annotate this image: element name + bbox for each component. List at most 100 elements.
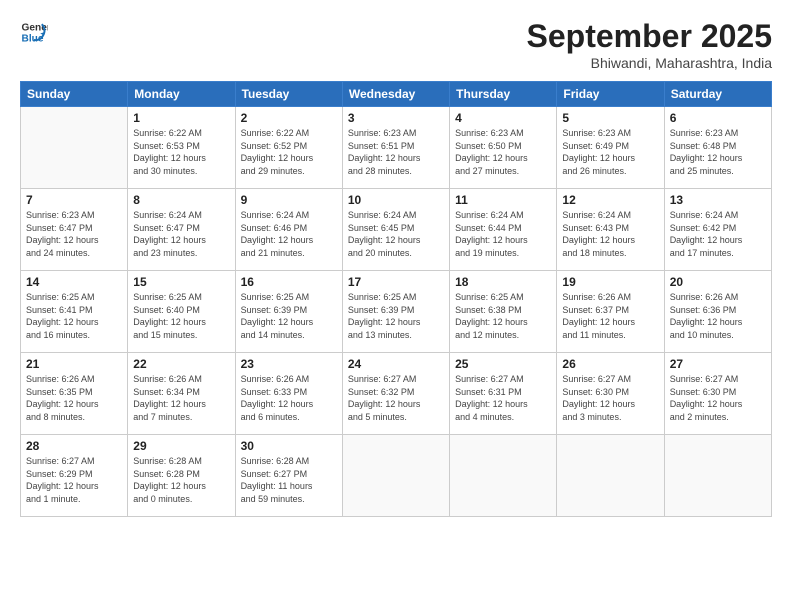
day-number: 20 — [670, 275, 766, 289]
day-info: Sunrise: 6:25 AM Sunset: 6:41 PM Dayligh… — [26, 291, 122, 341]
table-row: 9 Sunrise: 6:24 AM Sunset: 6:46 PM Daylig… — [235, 189, 342, 271]
header-thursday: Thursday — [450, 82, 557, 107]
table-row: 20 Sunrise: 6:26 AM Sunset: 6:36 PM Dayli… — [664, 271, 771, 353]
calendar-table: Sunday Monday Tuesday Wednesday Thursday… — [20, 81, 772, 517]
day-number: 24 — [348, 357, 444, 371]
day-info: Sunrise: 6:22 AM Sunset: 6:53 PM Dayligh… — [133, 127, 229, 177]
location: Bhiwandi, Maharashtra, India — [527, 55, 772, 71]
table-row: 30 Sunrise: 6:28 AM Sunset: 6:27 PM Dayli… — [235, 435, 342, 517]
day-info: Sunrise: 6:28 AM Sunset: 6:27 PM Dayligh… — [241, 455, 337, 505]
table-row — [664, 435, 771, 517]
day-info: Sunrise: 6:23 AM Sunset: 6:47 PM Dayligh… — [26, 209, 122, 259]
table-row: 7 Sunrise: 6:23 AM Sunset: 6:47 PM Daylig… — [21, 189, 128, 271]
day-info: Sunrise: 6:27 AM Sunset: 6:31 PM Dayligh… — [455, 373, 551, 423]
day-info: Sunrise: 6:25 AM Sunset: 6:39 PM Dayligh… — [241, 291, 337, 341]
day-number: 30 — [241, 439, 337, 453]
table-row — [21, 107, 128, 189]
table-row: 21 Sunrise: 6:26 AM Sunset: 6:35 PM Dayli… — [21, 353, 128, 435]
table-row: 22Sunrise: 6:26 AM Sunset: 6:34 PM Dayli… — [128, 353, 235, 435]
table-row — [557, 435, 664, 517]
day-number: 12 — [562, 193, 658, 207]
day-info: Sunrise: 6:26 AM Sunset: 6:35 PM Dayligh… — [26, 373, 122, 423]
header: General Blue September 2025 Bhiwandi, Ma… — [20, 18, 772, 71]
table-row: 25 Sunrise: 6:27 AM Sunset: 6:31 PM Dayli… — [450, 353, 557, 435]
day-info: Sunrise: 6:27 AM Sunset: 6:29 PM Dayligh… — [26, 455, 122, 505]
day-number: 21 — [26, 357, 122, 371]
day-info: Sunrise: 6:24 AM Sunset: 6:46 PM Dayligh… — [241, 209, 337, 259]
day-info: Sunrise: 6:27 AM Sunset: 6:30 PM Dayligh… — [562, 373, 658, 423]
day-number: 14 — [26, 275, 122, 289]
table-row: 5 Sunrise: 6:23 AM Sunset: 6:49 PM Daylig… — [557, 107, 664, 189]
header-friday: Friday — [557, 82, 664, 107]
day-number: 22 — [133, 357, 229, 371]
day-info: Sunrise: 6:24 AM Sunset: 6:42 PM Dayligh… — [670, 209, 766, 259]
day-info: Sunrise: 6:23 AM Sunset: 6:49 PM Dayligh… — [562, 127, 658, 177]
day-number: 27 — [670, 357, 766, 371]
day-number: 18 — [455, 275, 551, 289]
calendar-week-row: 28 Sunrise: 6:27 AM Sunset: 6:29 PM Dayli… — [21, 435, 772, 517]
day-info: Sunrise: 6:26 AM Sunset: 6:36 PM Dayligh… — [670, 291, 766, 341]
header-wednesday: Wednesday — [342, 82, 449, 107]
table-row: 2Sunrise: 6:22 AM Sunset: 6:52 PM Daylig… — [235, 107, 342, 189]
table-row: 23 Sunrise: 6:26 AM Sunset: 6:33 PM Dayli… — [235, 353, 342, 435]
table-row: 12Sunrise: 6:24 AM Sunset: 6:43 PM Dayli… — [557, 189, 664, 271]
day-info: Sunrise: 6:25 AM Sunset: 6:39 PM Dayligh… — [348, 291, 444, 341]
calendar-week-row: 21 Sunrise: 6:26 AM Sunset: 6:35 PM Dayli… — [21, 353, 772, 435]
day-number: 1 — [133, 111, 229, 125]
day-info: Sunrise: 6:27 AM Sunset: 6:30 PM Dayligh… — [670, 373, 766, 423]
day-info: Sunrise: 6:28 AM Sunset: 6:28 PM Dayligh… — [133, 455, 229, 505]
day-info: Sunrise: 6:23 AM Sunset: 6:48 PM Dayligh… — [670, 127, 766, 177]
month-title: September 2025 — [527, 18, 772, 55]
table-row: 26 Sunrise: 6:27 AM Sunset: 6:30 PM Dayli… — [557, 353, 664, 435]
table-row — [342, 435, 449, 517]
day-number: 8 — [133, 193, 229, 207]
day-number: 19 — [562, 275, 658, 289]
day-number: 11 — [455, 193, 551, 207]
table-row: 18Sunrise: 6:25 AM Sunset: 6:38 PM Dayli… — [450, 271, 557, 353]
page: General Blue September 2025 Bhiwandi, Ma… — [0, 0, 792, 612]
day-info: Sunrise: 6:24 AM Sunset: 6:45 PM Dayligh… — [348, 209, 444, 259]
table-row: 28 Sunrise: 6:27 AM Sunset: 6:29 PM Dayli… — [21, 435, 128, 517]
table-row: 8 Sunrise: 6:24 AM Sunset: 6:47 PM Daylig… — [128, 189, 235, 271]
header-sunday: Sunday — [21, 82, 128, 107]
day-info: Sunrise: 6:24 AM Sunset: 6:47 PM Dayligh… — [133, 209, 229, 259]
day-info: Sunrise: 6:26 AM Sunset: 6:37 PM Dayligh… — [562, 291, 658, 341]
calendar-week-row: 1 Sunrise: 6:22 AM Sunset: 6:53 PM Daylig… — [21, 107, 772, 189]
table-row — [450, 435, 557, 517]
day-number: 26 — [562, 357, 658, 371]
table-row: 15 Sunrise: 6:25 AM Sunset: 6:40 PM Dayli… — [128, 271, 235, 353]
header-saturday: Saturday — [664, 82, 771, 107]
table-row: 4Sunrise: 6:23 AM Sunset: 6:50 PM Daylig… — [450, 107, 557, 189]
day-info: Sunrise: 6:27 AM Sunset: 6:32 PM Dayligh… — [348, 373, 444, 423]
day-number: 17 — [348, 275, 444, 289]
table-row: 1 Sunrise: 6:22 AM Sunset: 6:53 PM Daylig… — [128, 107, 235, 189]
logo: General Blue — [20, 18, 48, 46]
day-number: 7 — [26, 193, 122, 207]
header-tuesday: Tuesday — [235, 82, 342, 107]
table-row: 6 Sunrise: 6:23 AM Sunset: 6:48 PM Daylig… — [664, 107, 771, 189]
day-info: Sunrise: 6:22 AM Sunset: 6:52 PM Dayligh… — [241, 127, 337, 177]
day-number: 10 — [348, 193, 444, 207]
table-row: 11 Sunrise: 6:24 AM Sunset: 6:44 PM Dayli… — [450, 189, 557, 271]
calendar-week-row: 14 Sunrise: 6:25 AM Sunset: 6:41 PM Dayli… — [21, 271, 772, 353]
table-row: 17 Sunrise: 6:25 AM Sunset: 6:39 PM Dayli… — [342, 271, 449, 353]
day-number: 13 — [670, 193, 766, 207]
day-number: 15 — [133, 275, 229, 289]
day-info: Sunrise: 6:24 AM Sunset: 6:44 PM Dayligh… — [455, 209, 551, 259]
day-info: Sunrise: 6:25 AM Sunset: 6:40 PM Dayligh… — [133, 291, 229, 341]
day-number: 23 — [241, 357, 337, 371]
day-info: Sunrise: 6:26 AM Sunset: 6:33 PM Dayligh… — [241, 373, 337, 423]
day-number: 9 — [241, 193, 337, 207]
table-row: 3Sunrise: 6:23 AM Sunset: 6:51 PM Daylig… — [342, 107, 449, 189]
day-number: 4 — [455, 111, 551, 125]
day-number: 28 — [26, 439, 122, 453]
day-number: 6 — [670, 111, 766, 125]
table-row: 13 Sunrise: 6:24 AM Sunset: 6:42 PM Dayli… — [664, 189, 771, 271]
table-row: 16Sunrise: 6:25 AM Sunset: 6:39 PM Dayli… — [235, 271, 342, 353]
day-number: 5 — [562, 111, 658, 125]
title-section: September 2025 Bhiwandi, Maharashtra, In… — [527, 18, 772, 71]
header-monday: Monday — [128, 82, 235, 107]
day-number: 25 — [455, 357, 551, 371]
table-row: 27 Sunrise: 6:27 AM Sunset: 6:30 PM Dayli… — [664, 353, 771, 435]
day-number: 29 — [133, 439, 229, 453]
